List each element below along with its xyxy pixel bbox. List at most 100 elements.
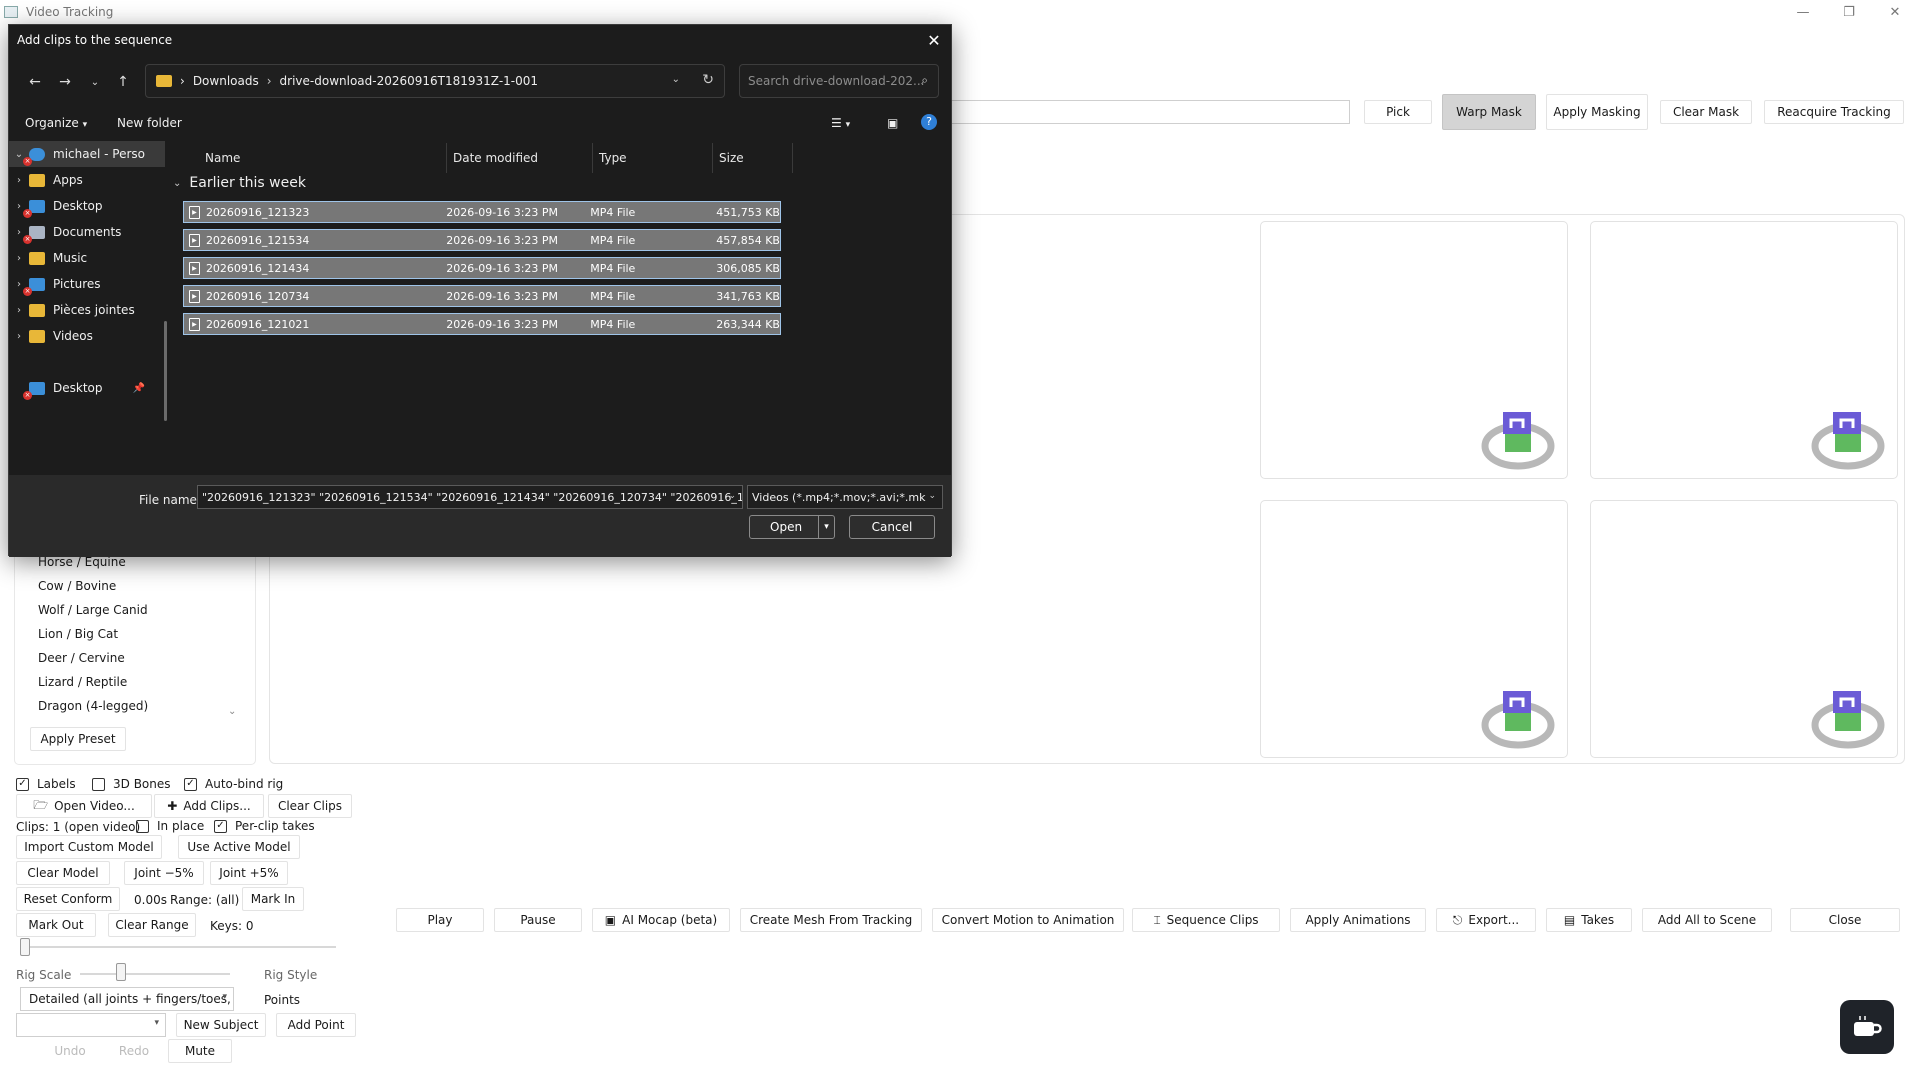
autobind-checkbox[interactable]: ✓ Auto-bind rig xyxy=(184,777,283,791)
preview-pane-icon[interactable]: ▣ xyxy=(887,116,898,130)
clear-mask-button[interactable]: Clear Mask xyxy=(1660,100,1752,124)
camera-panel[interactable] xyxy=(1590,500,1898,758)
preset-item[interactable]: Lion / Big Cat xyxy=(38,627,118,641)
nav-item-desktop-pinned[interactable]: × Desktop 📌 xyxy=(9,375,165,401)
add-point-button[interactable]: Add Point xyxy=(276,1013,356,1037)
file-name-input[interactable]: "20260916_121323" "20260916_121534" "202… xyxy=(197,485,743,509)
chevron-down-icon[interactable]: ⌄ xyxy=(672,74,680,85)
organize-menu[interactable]: Organize ▾ xyxy=(25,116,87,130)
file-row[interactable]: ▶ 20260916_121434 2026-09-16 3:23 PM MP4 Fi… xyxy=(183,257,781,279)
labels-checkbox[interactable]: ✓ Labels xyxy=(16,777,76,791)
chevron-down-icon[interactable]: ⌄ xyxy=(728,491,736,501)
dialog-close-icon[interactable]: ✕ xyxy=(923,29,945,51)
camera-panel[interactable] xyxy=(1260,221,1568,479)
file-row[interactable]: ▶ 20260916_121534 2026-09-16 3:23 PM MP4 Fi… xyxy=(183,229,781,251)
nav-item-documents[interactable]: › × Documents xyxy=(9,219,165,245)
use-active-model-button[interactable]: Use Active Model xyxy=(178,835,300,859)
mask-input[interactable] xyxy=(948,100,1350,124)
rig-scale-slider[interactable] xyxy=(80,973,230,975)
add-clips-button[interactable]: ✚ Add Clips... xyxy=(154,794,264,818)
open-video-button[interactable]: 🗁 Open Video... xyxy=(16,794,152,818)
warp-mask-button[interactable]: Warp Mask xyxy=(1442,94,1536,130)
redo-button[interactable]: Redo xyxy=(104,1039,164,1063)
clear-range-button[interactable]: Clear Range xyxy=(108,913,196,937)
nav-item-desktop[interactable]: › × Desktop xyxy=(9,193,165,219)
forward-arrow-icon[interactable]: → xyxy=(53,70,77,94)
timeline-slider[interactable] xyxy=(20,946,336,948)
file-type-select[interactable]: Videos (*.mp4;*.mov;*.avi;*.mk ⌄ xyxy=(747,485,943,509)
apply-masking-button[interactable]: Apply Masking xyxy=(1546,94,1648,130)
mark-in-button[interactable]: Mark In xyxy=(242,887,304,911)
column-header-name[interactable]: Name xyxy=(199,143,447,173)
file-row[interactable]: ▶ 20260916_120734 2026-09-16 3:23 PM MP4 Fi… xyxy=(183,285,781,307)
convert-motion-button[interactable]: Convert Motion to Animation xyxy=(932,908,1124,932)
help-icon[interactable]: ? xyxy=(921,114,937,130)
split-dropdown-icon[interactable]: ▾ xyxy=(818,516,834,538)
nav-item-pictures[interactable]: › × Pictures xyxy=(9,271,165,297)
refresh-icon[interactable]: ↻ xyxy=(702,72,714,88)
import-custom-model-button[interactable]: Import Custom Model xyxy=(16,835,162,859)
subject-select[interactable]: ▾ xyxy=(16,1013,166,1037)
rig-scale-thumb[interactable] xyxy=(116,963,126,981)
file-row[interactable]: ▶ 20260916_121021 2026-09-16 3:23 PM MP4 Fi… xyxy=(183,313,781,335)
close-button[interactable]: Close xyxy=(1790,908,1900,932)
file-row[interactable]: ▶ 20260916_121323 2026-09-16 3:23 PM MP4 Fi… xyxy=(183,201,781,223)
ai-mocap-button[interactable]: ▣ AI Mocap (beta) xyxy=(592,908,730,932)
group-header[interactable]: ⌄ Earlier this week xyxy=(173,175,306,191)
column-header-date[interactable]: Date modified xyxy=(447,143,593,173)
preset-item[interactable]: Wolf / Large Canid xyxy=(38,603,148,617)
joint-minus-button[interactable]: Joint −5% xyxy=(124,861,204,885)
close-window-button[interactable]: ✕ xyxy=(1872,0,1918,24)
address-bar[interactable]: › Downloads › drive-download-20260916T18… xyxy=(145,64,725,98)
pause-button[interactable]: Pause xyxy=(494,908,582,932)
open-button[interactable]: Open ▾ xyxy=(749,515,835,539)
apply-preset-button[interactable]: Apply Preset xyxy=(30,727,126,751)
add-all-to-scene-button[interactable]: Add All to Scene xyxy=(1642,908,1772,932)
per-clip-takes-checkbox[interactable]: ✓ Per-clip takes xyxy=(214,819,315,833)
export-button[interactable]: ⎋ Export... xyxy=(1436,908,1536,932)
clear-clips-button[interactable]: Clear Clips xyxy=(268,794,352,818)
coffee-button[interactable] xyxy=(1840,1000,1894,1054)
recent-chevron-icon[interactable]: ⌄ xyxy=(83,70,107,94)
new-folder-button[interactable]: New folder xyxy=(117,116,182,130)
view-options-icon[interactable]: ☰ ▾ xyxy=(831,116,850,130)
sequence-clips-button[interactable]: ⌶ Sequence Clips xyxy=(1132,908,1280,932)
camera-panel[interactable] xyxy=(1260,500,1568,758)
reset-conform-button[interactable]: Reset Conform xyxy=(16,887,120,911)
bones3d-checkbox[interactable]: 3D Bones xyxy=(92,777,171,791)
back-arrow-icon[interactable]: ← xyxy=(23,70,47,94)
nav-item-pieces-jointes[interactable]: › Pièces jointes xyxy=(9,297,165,323)
preset-item[interactable]: Deer / Cervine xyxy=(38,651,125,665)
play-button[interactable]: Play xyxy=(396,908,484,932)
nav-item-apps[interactable]: › Apps xyxy=(9,167,165,193)
column-header-type[interactable]: Type xyxy=(593,143,713,173)
search-input[interactable]: Search drive-download-202... ⌕ xyxy=(739,64,939,98)
preset-item[interactable]: Horse / Equine xyxy=(38,555,126,569)
breadcrumb-downloads[interactable]: Downloads xyxy=(193,74,259,88)
preset-item[interactable]: Lizard / Reptile xyxy=(38,675,127,689)
pick-button[interactable]: Pick xyxy=(1364,100,1432,124)
cancel-button[interactable]: Cancel xyxy=(849,515,935,539)
timeline-thumb[interactable] xyxy=(20,938,30,956)
new-subject-button[interactable]: New Subject xyxy=(176,1013,266,1037)
column-header-size[interactable]: Size xyxy=(713,143,793,173)
takes-button[interactable]: ▤ Takes xyxy=(1546,908,1632,932)
maximize-button[interactable]: ❐ xyxy=(1826,0,1872,24)
mark-out-button[interactable]: Mark Out xyxy=(16,913,96,937)
preset-item[interactable]: Dragon (4-legged) xyxy=(38,699,148,713)
create-mesh-button[interactable]: Create Mesh From Tracking xyxy=(740,908,922,932)
nav-item-onedrive[interactable]: ⌄ × michael - Perso xyxy=(9,141,165,167)
nav-item-music[interactable]: › Music xyxy=(9,245,165,271)
nav-item-videos[interactable]: › Videos xyxy=(9,323,165,349)
breadcrumb-folder[interactable]: drive-download-20260916T181931Z-1-001 xyxy=(280,74,538,88)
camera-panel[interactable] xyxy=(1590,221,1898,479)
in-place-checkbox[interactable]: In place xyxy=(136,819,204,833)
clear-model-button[interactable]: Clear Model xyxy=(16,861,110,885)
scroll-down-icon[interactable]: ⌄ xyxy=(228,706,236,717)
apply-animations-button[interactable]: Apply Animations xyxy=(1290,908,1426,932)
reacquire-tracking-button[interactable]: Reacquire Tracking xyxy=(1764,100,1904,124)
rig-style-select[interactable]: Detailed (all joints + fingers/toes, ▾ xyxy=(20,987,234,1011)
up-arrow-icon[interactable]: ↑ xyxy=(111,70,135,94)
joint-plus-button[interactable]: Joint +5% xyxy=(210,861,288,885)
nav-scrollbar[interactable] xyxy=(164,321,167,421)
